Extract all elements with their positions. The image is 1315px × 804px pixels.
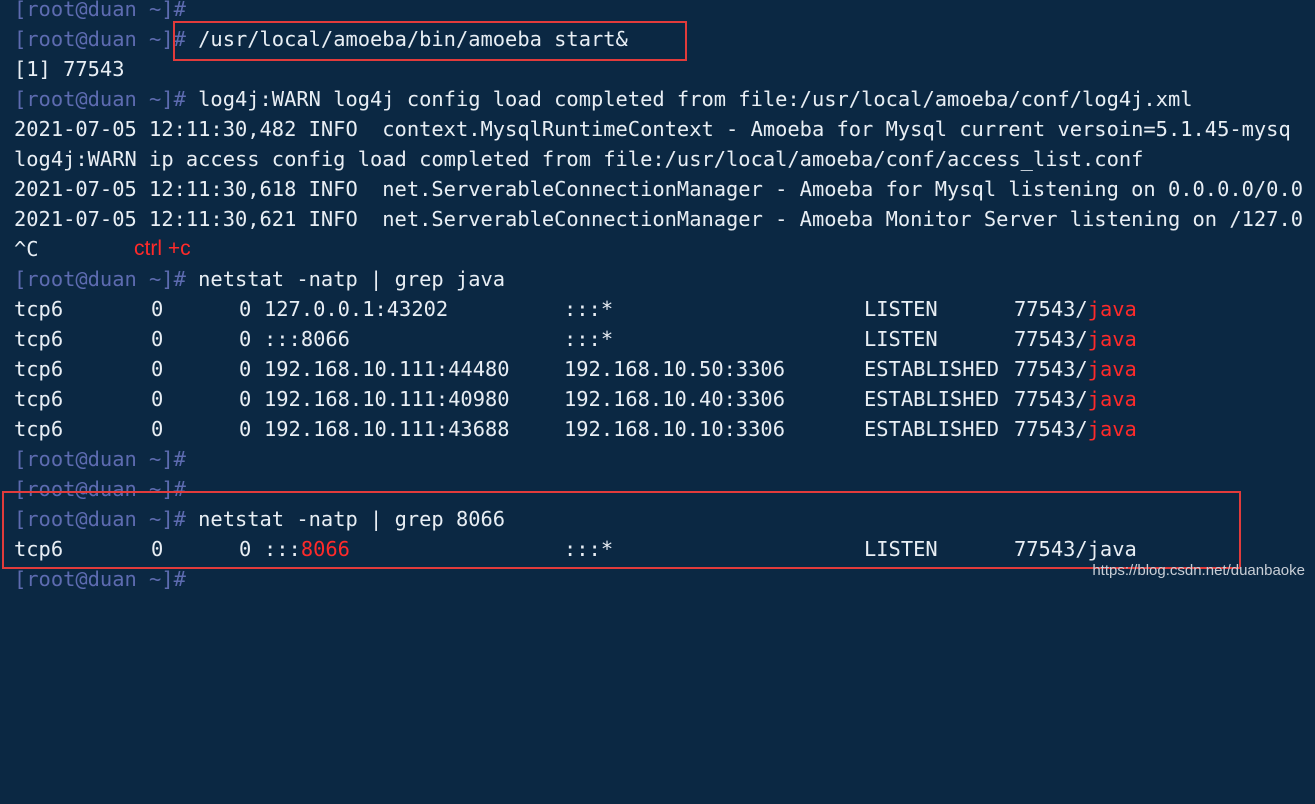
proto-cell: tcp6	[14, 297, 64, 321]
recv-cell: 0	[151, 357, 164, 381]
terminal-line: [root@duan ~]# netstat -natp | grep java	[14, 264, 505, 294]
terminal-output: ^C	[14, 237, 39, 261]
command-text: log4j:WARN log4j config load completed f…	[185, 87, 1193, 111]
recv-cell: 0	[151, 327, 164, 351]
highlight-box-netstat-8066	[2, 491, 1241, 569]
proto-cell: tcp6	[14, 387, 64, 411]
netstat-row: tcp6 0 0 192.168.10.111:43688 192.168.10.10:…	[14, 414, 1304, 444]
pid-number: 77543/	[1014, 387, 1088, 411]
local-address-cell: :::8066	[264, 327, 350, 351]
shell-prompt: [root@duan ~]#	[14, 27, 186, 51]
pid-cell: 77543/java	[1014, 384, 1137, 414]
foreign-address-cell: 192.168.10.10:3306	[564, 417, 785, 441]
proto-cell: tcp6	[14, 417, 64, 441]
terminal-output: 2021-07-05 12:11:30,618 INFO net.Servera…	[14, 177, 1304, 201]
shell-prompt: [root@duan ~]#	[14, 447, 186, 471]
state-cell: ESTABLISHED	[864, 357, 1000, 381]
highlight-box-start-command	[173, 21, 687, 61]
recv-cell: 0	[151, 297, 164, 321]
program-name-highlight: java	[1087, 357, 1137, 381]
program-name-highlight: java	[1087, 417, 1137, 441]
pid-number: 77543/	[1014, 357, 1088, 381]
local-address-cell: 192.168.10.111:43688	[264, 417, 510, 441]
local-address-cell: 192.168.10.111:40980	[264, 387, 510, 411]
program-name-highlight: java	[1087, 297, 1137, 321]
terminal-output: log4j:WARN ip access config load complet…	[14, 147, 1144, 171]
terminal-output: 2021-07-05 12:11:30,482 INFO context.Mys…	[14, 117, 1291, 141]
watermark: https://blog.csdn.net/duanbaoke	[1092, 562, 1305, 579]
local-address-cell: 127.0.0.1:43202	[264, 297, 449, 321]
send-cell: 0	[239, 357, 252, 381]
pid-number: 77543/	[1014, 417, 1088, 441]
send-cell: 0	[239, 327, 252, 351]
recv-cell: 0	[151, 417, 164, 441]
foreign-address-cell: :::*	[564, 297, 614, 321]
send-cell: 0	[239, 417, 252, 441]
recv-cell: 0	[151, 387, 164, 411]
netstat-row: tcp6 0 0:::8066:::* LISTEN 77543/java	[14, 324, 1304, 354]
program-name-highlight: java	[1087, 387, 1137, 411]
foreign-address-cell: 192.168.10.50:3306	[564, 357, 785, 381]
pid-number: 77543/	[1014, 297, 1088, 321]
terminal-output: 2021-07-05 12:11:30,621 INFO net.Servera…	[14, 207, 1304, 231]
state-cell: ESTABLISHED	[864, 417, 1000, 441]
proto-cell: tcp6	[14, 357, 64, 381]
foreign-address-cell: 192.168.10.40:3306	[564, 387, 785, 411]
netstat-row: tcp6 0 0 127.0.0.1:43202:::* LISTEN 77543/jav…	[14, 294, 1304, 324]
pid-number: 77543/	[1014, 327, 1088, 351]
shell-prompt: [root@duan ~]#	[14, 267, 186, 291]
state-cell: ESTABLISHED	[864, 387, 1000, 411]
terminal-line: [root@duan ~]# log4j:WARN log4j config l…	[14, 84, 1193, 114]
netstat-row: tcp6 0 0 192.168.10.111:40980 192.168.10.40:…	[14, 384, 1304, 414]
program-name-highlight: java	[1087, 327, 1137, 351]
command-text: netstat -natp | grep java	[185, 267, 506, 291]
local-address-cell: 192.168.10.111:44480	[264, 357, 510, 381]
foreign-address-cell: :::*	[564, 327, 614, 351]
proto-cell: tcp6	[14, 327, 64, 351]
pid-cell: 77543/java	[1014, 294, 1137, 324]
netstat-row: tcp6 0 0 192.168.10.111:44480 192.168.10.50:…	[14, 354, 1304, 384]
pid-cell: 77543/java	[1014, 324, 1137, 354]
send-cell: 0	[239, 297, 252, 321]
terminal-line: [root@duan ~]#	[14, 444, 186, 474]
ctrl-c-annotation: ctrl +c	[134, 237, 191, 260]
terminal-line: [root@duan ~]#	[14, 0, 186, 24]
pid-cell: 77543/java	[1014, 414, 1137, 444]
shell-prompt: [root@duan ~]#	[14, 567, 186, 591]
state-cell: LISTEN	[864, 297, 938, 321]
pid-cell: 77543/java	[1014, 354, 1137, 384]
terminal-output: [1] 77543	[14, 57, 125, 81]
shell-prompt: [root@duan ~]#	[14, 0, 186, 21]
shell-prompt: [root@duan ~]#	[14, 87, 186, 111]
send-cell: 0	[239, 387, 252, 411]
state-cell: LISTEN	[864, 327, 938, 351]
